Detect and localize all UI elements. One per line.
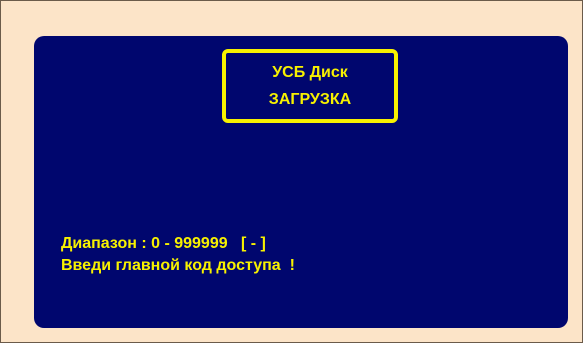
access-code-prompt: Диапазон : 0 - 999999 [ - ] Введи главно… [61, 233, 295, 277]
access-code-instruction: Введи главной код доступа ! [61, 257, 295, 274]
title-line-device: УСБ Диск [272, 63, 348, 81]
title-box: УСБ Диск ЗАГРУЗКА [222, 49, 398, 123]
title-line-loading: ЗАГРУЗКА [268, 90, 352, 108]
range-indicator[interactable]: Диапазон : 0 - 999999 [ - ] [61, 233, 295, 255]
window-frame: УСБ Диск ЗАГРУЗКА Диапазон : 0 - 999999 … [0, 0, 583, 343]
boot-screen[interactable]: УСБ Диск ЗАГРУЗКА Диапазон : 0 - 999999 … [34, 36, 568, 328]
